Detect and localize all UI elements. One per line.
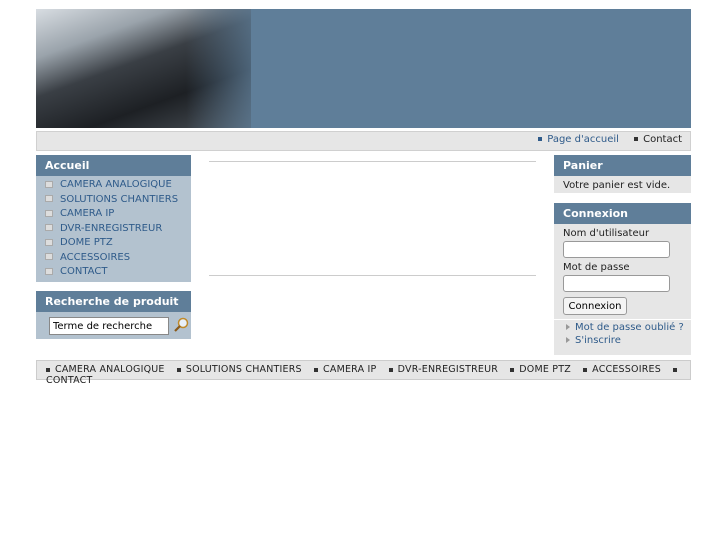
footer-link[interactable]: ACCESSOIRES [583,364,661,375]
register-link[interactable]: S'inscrire [554,334,691,347]
search-icon[interactable] [173,317,189,333]
footer-link[interactable]: CAMERA IP [314,364,376,375]
menu-item[interactable]: CAMERA IP [45,207,191,222]
bullet-icon [45,238,53,246]
nav-contact[interactable]: Contact [634,134,682,145]
menu-item[interactable]: DVR-ENREGISTREUR [45,222,191,237]
login-box: Connexion Nom d'utilisateur Mot de passe… [554,203,691,355]
username-label: Nom d'utilisateur [563,228,650,239]
menu-title: Accueil [36,155,191,176]
cart-title: Panier [554,155,691,176]
banner-fade [186,9,276,128]
footer-nav: CAMERA ANALOGIQUE SOLUTIONS CHANTIERS CA… [36,360,691,386]
top-nav: Page d'accueil Contact [36,131,691,151]
username-field[interactable] [563,241,670,258]
bullet-icon [45,253,53,260]
bullet-icon [45,180,53,188]
footer-link[interactable]: CAMERA ANALOGIQUE [46,364,165,375]
menu-item[interactable]: SOLUTIONS CHANTIERS [45,193,191,208]
forgot-password-link[interactable]: Mot de passe oublié ? [554,321,691,334]
menu-item[interactable]: ACCESSOIRES [45,251,191,266]
footer-link[interactable]: SOLUTIONS CHANTIERS [176,364,302,375]
menu-item[interactable]: CAMERA ANALOGIQUE [45,178,191,193]
menu-item[interactable]: CONTACT [45,265,191,280]
bullet-icon [45,224,53,231]
footer-link[interactable]: DVR-ENREGISTREUR [388,364,498,375]
search-input[interactable] [49,317,169,335]
password-field[interactable] [563,275,670,292]
nav-home[interactable]: Page d'accueil [538,134,619,145]
cart-box: Panier Votre panier est vide. [554,155,691,193]
password-label: Mot de passe [563,262,630,273]
arrow-icon [566,324,570,330]
menu-item[interactable]: DOME PTZ [45,236,191,251]
divider [209,161,536,162]
footer-link[interactable]: DOME PTZ [510,364,571,375]
divider [209,275,536,276]
bullet-icon [45,209,53,217]
main-menu: Accueil CAMERA ANALOGIQUE SOLUTIONS CHAN… [36,155,191,282]
bullet-icon [45,195,53,202]
header-banner [36,9,691,128]
bullet-icon [45,267,53,275]
cart-status: Votre panier est vide. [563,180,671,191]
search-title: Recherche de produit [36,291,191,312]
login-title: Connexion [554,203,691,224]
product-search: Recherche de produit [36,291,191,339]
arrow-icon [566,337,570,343]
login-button[interactable]: Connexion [563,297,627,315]
